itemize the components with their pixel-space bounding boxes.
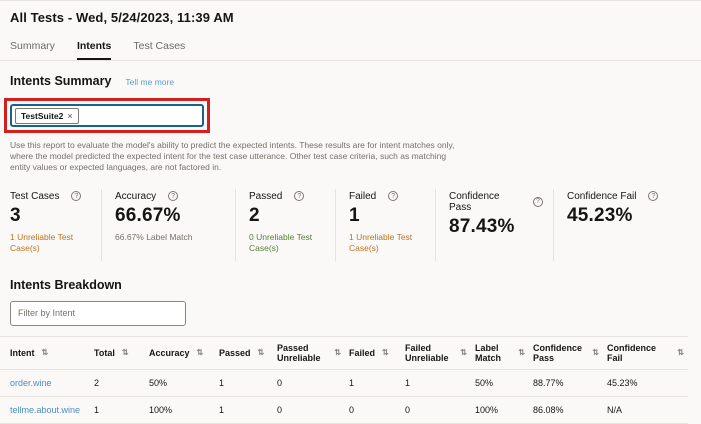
intents-summary-header: Intents Summary Tell me more — [10, 74, 701, 88]
cell-failed: 0 — [345, 396, 401, 423]
table-row: tellme.about.wine 1 100% 1 0 0 0 100% 86… — [0, 396, 688, 423]
filter-by-intent-input[interactable] — [10, 301, 186, 326]
help-icon[interactable]: ? — [71, 191, 81, 201]
cell-failed-unreliable: 1 — [401, 369, 471, 396]
cell-confidence-fail: N/A — [603, 396, 688, 423]
tabs-divider — [0, 60, 701, 61]
column-header-passed-unreliable[interactable]: Passed Unreliable⇅ — [273, 336, 345, 369]
stat-subtext: 1 Unreliable Test Case(s) — [10, 232, 80, 254]
tab-intents[interactable]: Intents — [77, 40, 111, 60]
cell-passed-unreliable: 0 — [273, 369, 345, 396]
cell-total: 2 — [90, 369, 145, 396]
help-icon[interactable]: ? — [168, 191, 178, 201]
stat-failed: Failed ? 1 1 Unreliable Test Case(s) — [336, 189, 436, 261]
stat-test-cases: Test Cases ? 3 1 Unreliable Test Case(s) — [10, 189, 102, 261]
intent-link-order-wine[interactable]: order.wine — [10, 378, 52, 388]
stat-label: Test Cases — [10, 191, 59, 202]
sort-icon[interactable]: ⇅ — [334, 349, 341, 357]
stat-label: Passed — [249, 191, 282, 202]
cell-passed: 1 — [215, 369, 273, 396]
cell-confidence-pass: 86.08% — [529, 396, 603, 423]
sort-icon[interactable]: ⇅ — [42, 349, 49, 357]
page-title: All Tests - Wed, 5/24/2023, 11:39 AM — [10, 10, 701, 25]
test-suite-tag: TestSuite2 × — [15, 108, 79, 124]
column-header-failed[interactable]: Failed⇅ — [345, 336, 401, 369]
sort-icon[interactable]: ⇅ — [258, 349, 265, 357]
help-icon[interactable]: ? — [533, 197, 543, 207]
cell-confidence-pass: 88.77% — [529, 369, 603, 396]
stat-subtext: 66.67% Label Match — [115, 232, 225, 243]
table-row: order.wine 2 50% 1 0 1 1 50% 88.77% 45.2… — [0, 369, 688, 396]
cell-label-match: 50% — [471, 369, 529, 396]
column-header-confidence-fail[interactable]: Confidence Fail⇅ — [603, 336, 688, 369]
sort-icon[interactable]: ⇅ — [460, 349, 467, 357]
column-header-confidence-pass[interactable]: Confidence Pass⇅ — [529, 336, 603, 369]
cell-passed-unreliable: 0 — [273, 396, 345, 423]
cell-confidence-fail: 45.23% — [603, 369, 688, 396]
sort-icon[interactable]: ⇅ — [197, 349, 204, 357]
table-header-row: Intent⇅ Total⇅ Accuracy⇅ Passed⇅ Passed … — [0, 336, 688, 369]
stat-confidence-fail: Confidence Fail ? 45.23% — [554, 189, 700, 261]
stat-value: 3 — [10, 205, 91, 227]
stat-label: Confidence Fail — [567, 191, 636, 202]
cell-accuracy: 100% — [145, 396, 215, 423]
stat-value: 45.23% — [567, 205, 690, 227]
stat-label: Failed — [349, 191, 376, 202]
help-icon[interactable]: ? — [294, 191, 304, 201]
stat-confidence-pass: Confidence Pass ? 87.43% — [436, 189, 554, 261]
sort-icon[interactable]: ⇅ — [677, 349, 684, 357]
intents-summary-title: Intents Summary — [10, 74, 111, 88]
cell-failed: 1 — [345, 369, 401, 396]
tab-test-cases[interactable]: Test Cases — [133, 40, 185, 60]
intent-link-tellme-about-wine[interactable]: tellme.about.wine — [10, 405, 80, 415]
sort-icon[interactable]: ⇅ — [122, 349, 129, 357]
tab-summary[interactable]: Summary — [10, 40, 55, 60]
remove-tag-icon[interactable]: × — [67, 111, 72, 121]
stat-value: 66.67% — [115, 205, 225, 227]
help-icon[interactable]: ? — [388, 191, 398, 201]
stat-subtext: 1 Unreliable Test Case(s) — [349, 232, 419, 254]
sort-icon[interactable]: ⇅ — [592, 349, 599, 357]
column-header-total[interactable]: Total⇅ — [90, 336, 145, 369]
stat-accuracy: Accuracy ? 66.67% 66.67% Label Match — [102, 189, 236, 261]
column-header-failed-unreliable[interactable]: Failed Unreliable⇅ — [401, 336, 471, 369]
stats-row: Test Cases ? 3 1 Unreliable Test Case(s)… — [10, 189, 701, 261]
column-header-accuracy[interactable]: Accuracy⇅ — [145, 336, 215, 369]
annotation-highlight: TestSuite2 × — [4, 98, 210, 133]
stat-subtext: 0 Unreliable Test Case(s) — [249, 232, 319, 254]
stat-value: 2 — [249, 205, 325, 227]
cell-total: 1 — [90, 396, 145, 423]
cell-passed: 1 — [215, 396, 273, 423]
report-description: Use this report to evaluate the model's … — [10, 140, 465, 174]
tab-bar: Summary Intents Test Cases — [10, 40, 701, 60]
top-divider — [0, 0, 701, 1]
cell-accuracy: 50% — [145, 369, 215, 396]
column-header-label-match[interactable]: Label Match⇅ — [471, 336, 529, 369]
sort-icon[interactable]: ⇅ — [518, 349, 525, 357]
sort-icon[interactable]: ⇅ — [382, 349, 389, 357]
cell-failed-unreliable: 0 — [401, 396, 471, 423]
stat-passed: Passed ? 2 0 Unreliable Test Case(s) — [236, 189, 336, 261]
intents-breakdown-table: Intent⇅ Total⇅ Accuracy⇅ Passed⇅ Passed … — [0, 336, 688, 424]
stat-label: Confidence Pass — [449, 191, 521, 213]
cell-label-match: 100% — [471, 396, 529, 423]
column-header-intent[interactable]: Intent⇅ — [0, 336, 90, 369]
test-suite-tag-label: TestSuite2 — [21, 111, 63, 121]
stat-value: 87.43% — [449, 216, 543, 238]
tell-me-more-link[interactable]: Tell me more — [125, 77, 174, 87]
stat-label: Accuracy — [115, 191, 156, 202]
column-header-passed[interactable]: Passed⇅ — [215, 336, 273, 369]
test-suite-filter-combobox[interactable]: TestSuite2 × — [10, 104, 204, 127]
stat-value: 1 — [349, 205, 425, 227]
intents-breakdown-title: Intents Breakdown — [10, 278, 701, 292]
help-icon[interactable]: ? — [648, 191, 658, 201]
